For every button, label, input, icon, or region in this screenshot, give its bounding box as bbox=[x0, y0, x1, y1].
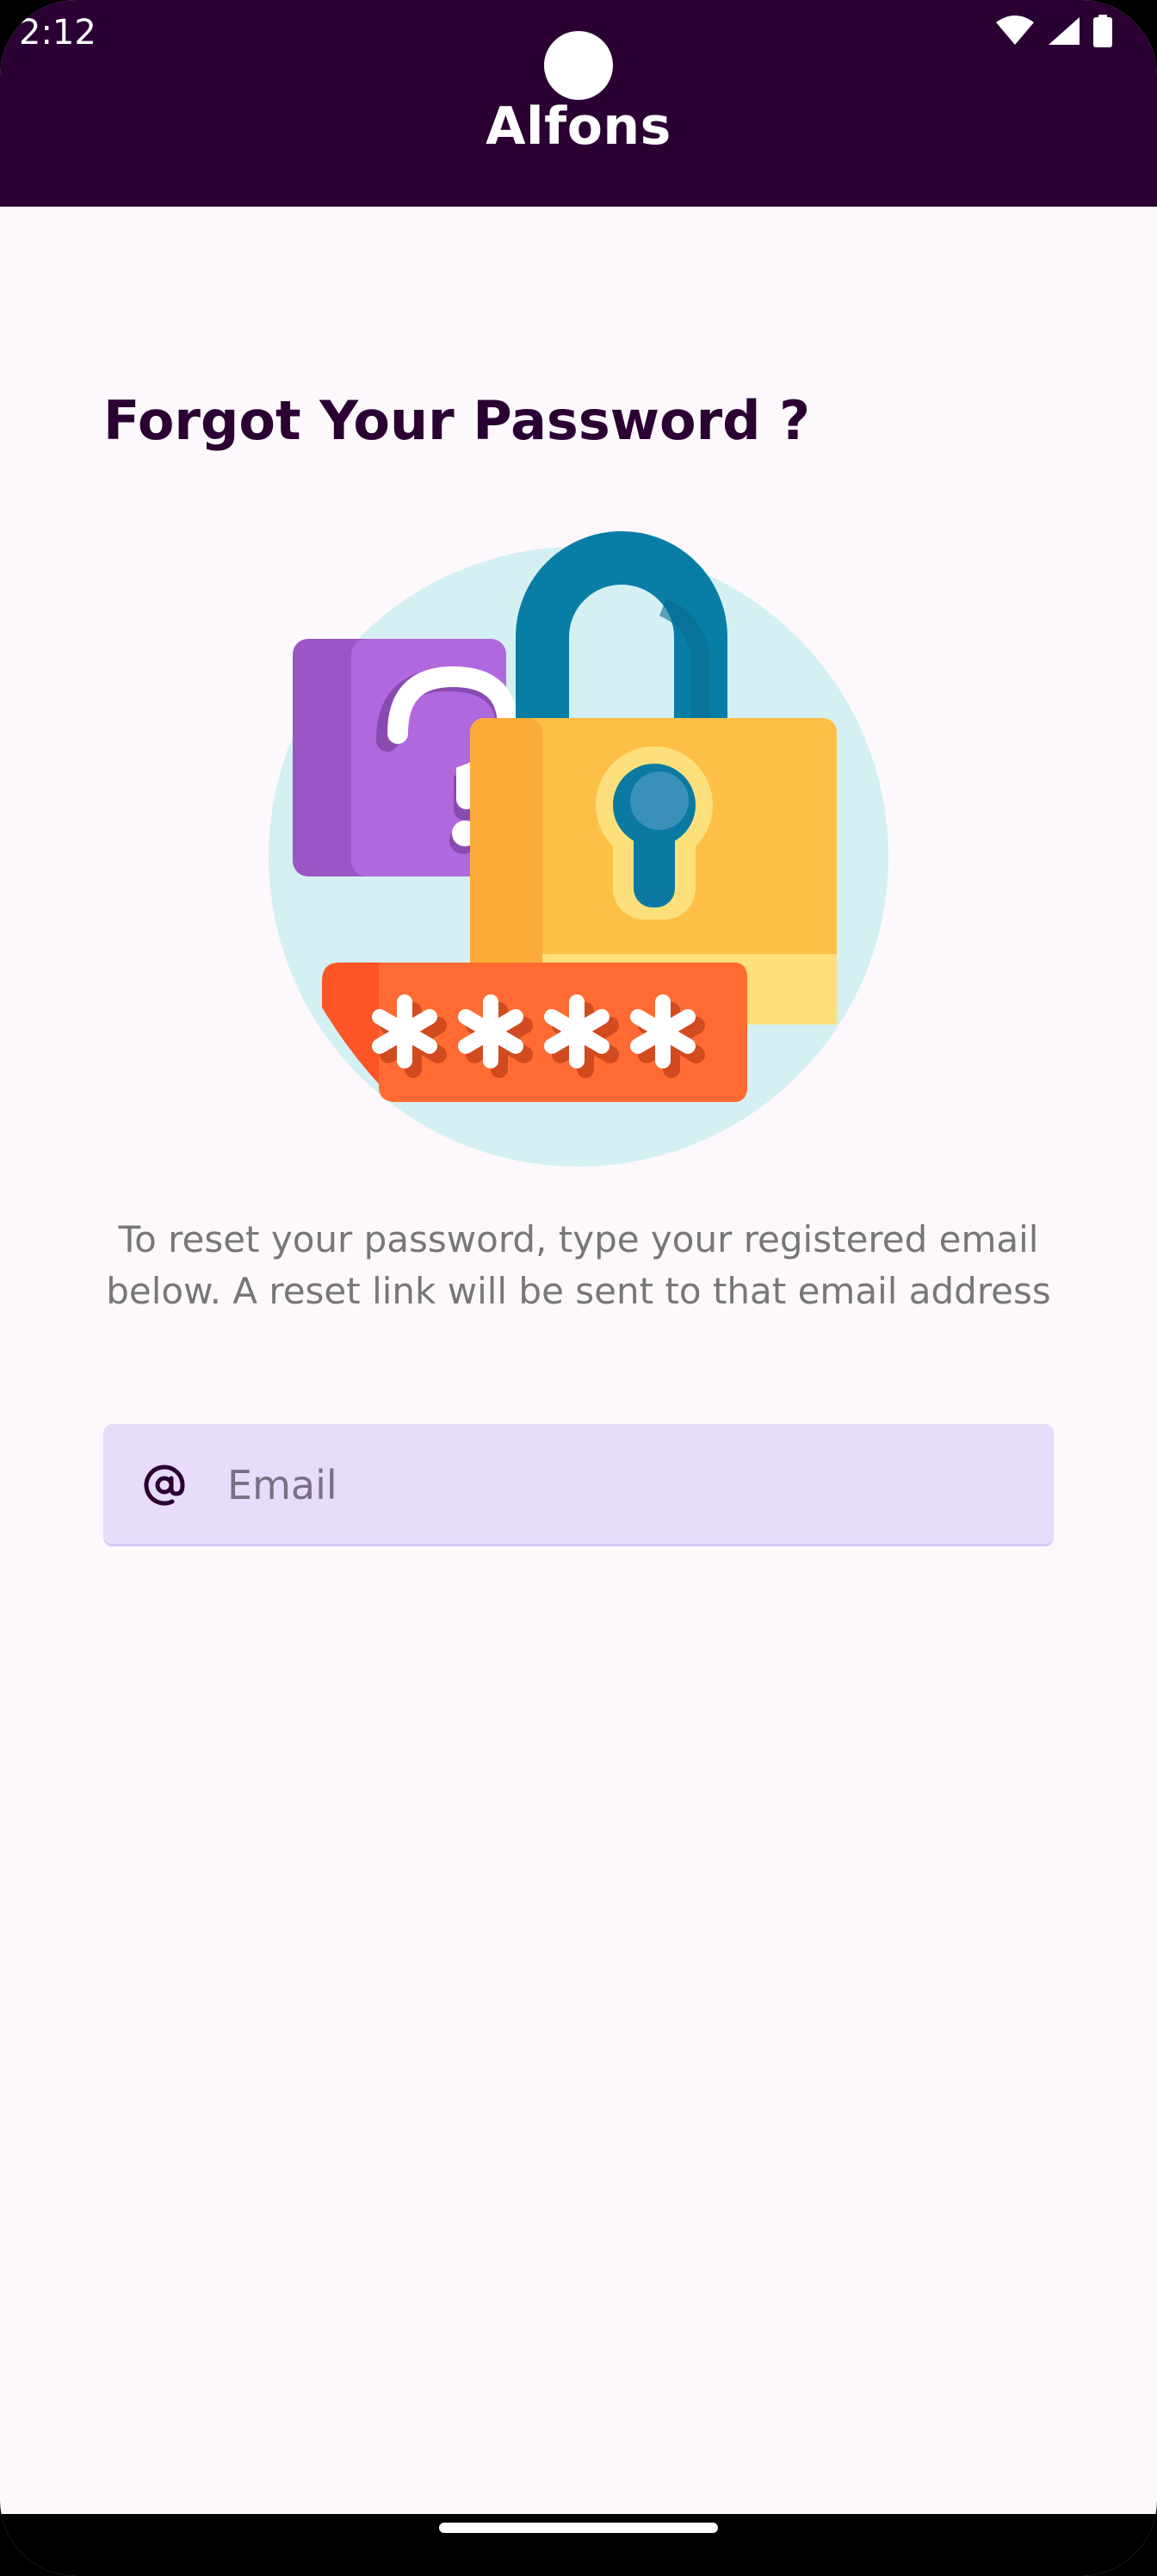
email-field[interactable] bbox=[103, 1424, 1054, 1546]
signal-icon bbox=[1047, 15, 1081, 46]
app-bar: 2:12 Alfons bbox=[0, 0, 1157, 207]
phone-screen: 2:12 Alfons Forgot Your Password ? To re… bbox=[0, 0, 1157, 2576]
status-icons bbox=[995, 12, 1112, 50]
app-title: Alfons bbox=[486, 96, 671, 157]
password-lock-illustration bbox=[258, 508, 913, 1180]
camera-cutout bbox=[544, 31, 613, 100]
home-indicator[interactable] bbox=[439, 2523, 718, 2533]
email-input[interactable] bbox=[226, 1450, 1021, 1520]
page-title: Forgot Your Password ? bbox=[103, 389, 811, 452]
at-sign-icon bbox=[143, 1464, 186, 1507]
wifi-icon bbox=[995, 15, 1035, 46]
status-time: 2:12 bbox=[19, 13, 96, 53]
reset-instructions: To reset your password, type your regist… bbox=[106, 1218, 1051, 1312]
battery-icon bbox=[1093, 15, 1112, 47]
